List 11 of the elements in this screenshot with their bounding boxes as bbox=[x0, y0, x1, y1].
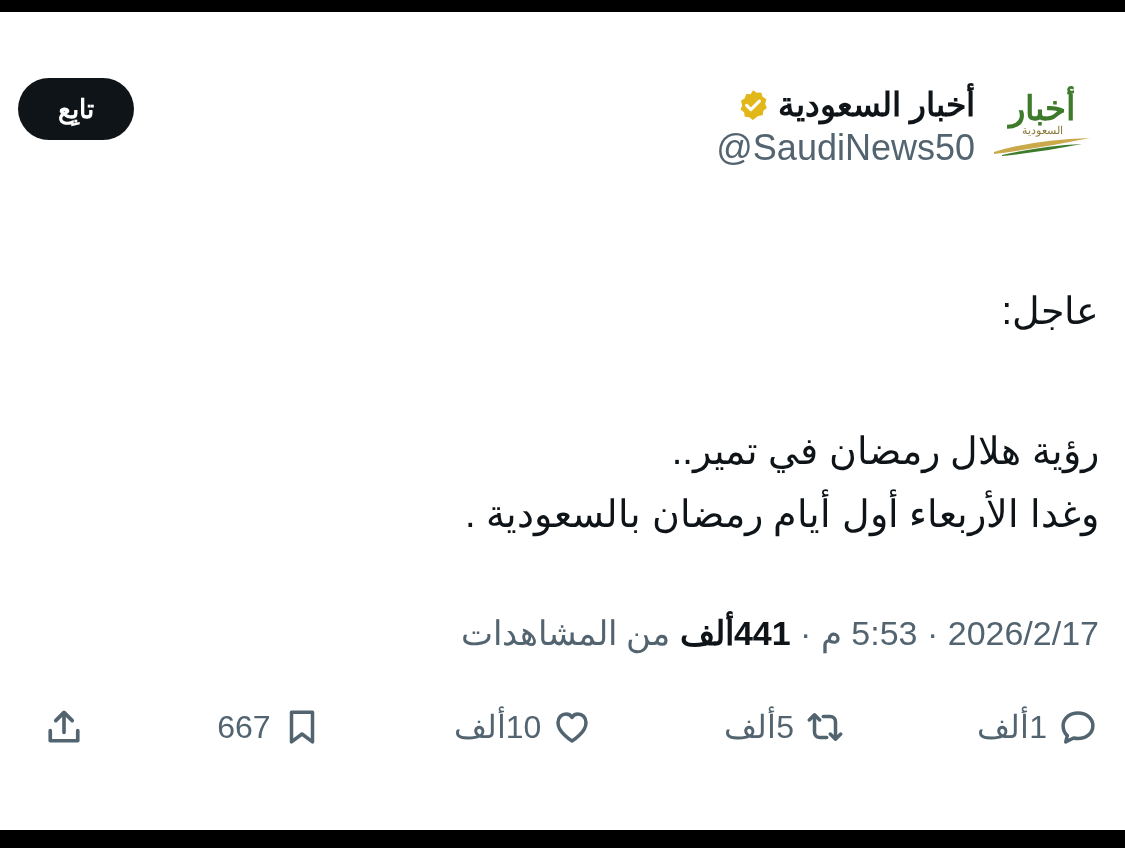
action-count: 10ألف bbox=[453, 703, 542, 752]
post-text-line: وغدا الأربعاء أول أيام رمضان بالسعودية . bbox=[26, 483, 1099, 547]
account-handle: @SaudiNews50 bbox=[716, 126, 975, 171]
follow-button[interactable]: تابِع bbox=[18, 78, 134, 140]
logo: أخبار السعودية bbox=[985, 78, 1099, 168]
action-count: 667 bbox=[217, 708, 271, 748]
post-text-line: عاجل: bbox=[1000, 289, 1099, 335]
action-count: 5ألف bbox=[724, 703, 795, 752]
account-name: أخبار السعودية bbox=[777, 84, 975, 126]
action-count: 1ألف bbox=[977, 703, 1047, 752]
post-text-line: رؤية هلال رمضان في تمير.. bbox=[670, 429, 1099, 476]
